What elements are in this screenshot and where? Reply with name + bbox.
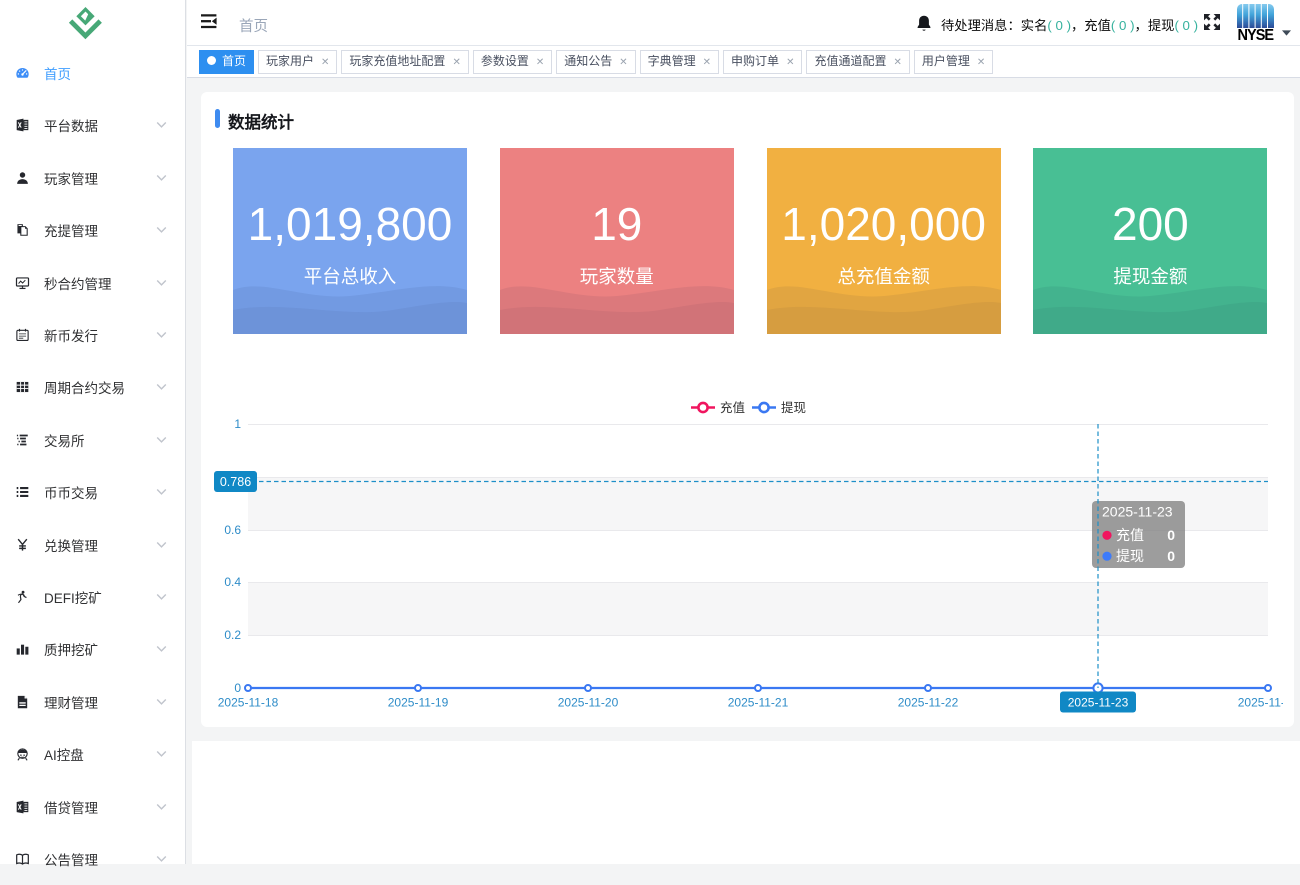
svg-text:2025-11-24: 2025-11-24 bbox=[1238, 696, 1283, 710]
svg-text:2025-11-21: 2025-11-21 bbox=[728, 696, 789, 710]
svg-text:提现: 提现 bbox=[781, 400, 806, 415]
svg-text:0: 0 bbox=[234, 681, 241, 695]
svg-text:充值: 充值 bbox=[720, 400, 745, 415]
svg-text:0: 0 bbox=[1167, 527, 1175, 543]
svg-text:充值: 充值 bbox=[1116, 527, 1144, 543]
svg-text:2025-11-20: 2025-11-20 bbox=[558, 696, 619, 710]
svg-text:2025-11-22: 2025-11-22 bbox=[898, 696, 959, 710]
svg-text:1: 1 bbox=[234, 417, 241, 431]
svg-text:提现: 提现 bbox=[1116, 548, 1144, 564]
svg-text:0.6: 0.6 bbox=[224, 523, 241, 537]
svg-text:0: 0 bbox=[1167, 548, 1175, 564]
svg-text:2025-11-23: 2025-11-23 bbox=[1068, 696, 1129, 710]
svg-text:0.4: 0.4 bbox=[224, 575, 241, 589]
svg-text:2025-11-23: 2025-11-23 bbox=[1102, 504, 1173, 520]
svg-text:2025-11-18: 2025-11-18 bbox=[218, 696, 279, 710]
svg-text:2025-11-19: 2025-11-19 bbox=[388, 696, 449, 710]
svg-text:0.2: 0.2 bbox=[224, 628, 241, 642]
svg-text:0.786: 0.786 bbox=[220, 475, 251, 489]
